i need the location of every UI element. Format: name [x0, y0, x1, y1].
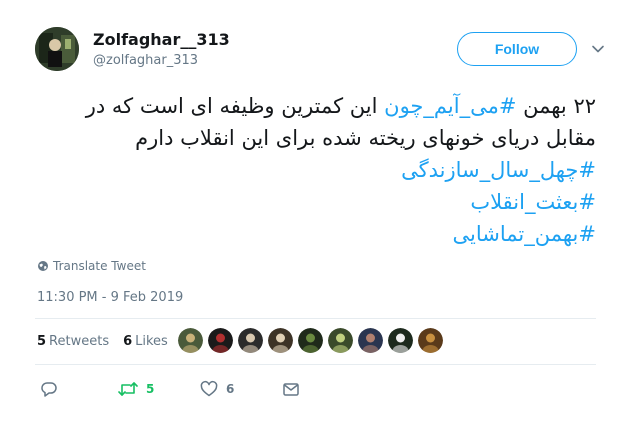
tweet-text-segment: این کمترین وظیفه ای است که در	[85, 94, 385, 118]
divider	[35, 364, 596, 365]
envelope-icon	[283, 383, 299, 396]
liker-avatar[interactable]	[328, 328, 353, 353]
liker-avatar[interactable]	[418, 328, 443, 353]
hashtag-link[interactable]: #می_آیم_چون	[384, 94, 516, 118]
display-name[interactable]: Zolfaghar__313	[93, 30, 230, 49]
liker-avatar[interactable]	[358, 328, 383, 353]
like-count: 6	[226, 382, 235, 396]
follow-button[interactable]: Follow	[457, 32, 577, 66]
like-button[interactable]: 6	[200, 380, 282, 398]
retweet-icon	[118, 382, 138, 396]
retweets-count: 5	[37, 334, 47, 349]
user-handle[interactable]: @zolfaghar_313	[93, 53, 198, 68]
retweet-count: 5	[146, 382, 155, 396]
tweet-text: ۲۲ بهمن #می_آیم_چون این کمترین وظیفه ای …	[36, 90, 596, 250]
tweet-timestamp[interactable]: 11:30 PM - 9 Feb 2019	[37, 290, 183, 305]
heart-icon	[200, 380, 218, 397]
liker-avatar[interactable]	[208, 328, 233, 353]
retweets-stat[interactable]: 5 Retweets	[37, 334, 109, 349]
retweets-label: Retweets	[49, 334, 110, 349]
translate-tweet-label: Translate Tweet	[53, 259, 146, 273]
tweet-line-2: مقابل دریای خونهای ریخته شده برای این ان…	[135, 126, 596, 150]
tweet-text-segment: ۲۲ بهمن	[516, 94, 596, 118]
avatar-image	[35, 27, 79, 71]
tweet-stats: 5 Retweets 6 Likes	[37, 334, 168, 349]
liker-avatar[interactable]	[178, 328, 203, 353]
likes-stat[interactable]: 6 Likes	[123, 334, 168, 349]
liker-avatar[interactable]	[238, 328, 263, 353]
tweet-actions: 5 6	[40, 380, 300, 398]
translate-tweet-link[interactable]: Translate Tweet	[37, 259, 146, 273]
hashtag-link[interactable]: #بعثت_انقلاب	[36, 186, 596, 218]
hashtag-link[interactable]: #بهمن_تماشایی	[36, 218, 596, 250]
avatar[interactable]	[35, 27, 79, 71]
direct-message-button[interactable]	[282, 380, 300, 398]
liker-avatar[interactable]	[298, 328, 323, 353]
liker-avatars	[178, 328, 443, 353]
likes-count: 6	[123, 334, 133, 349]
hashtag-link[interactable]: #چهل_سال_سازندگی	[36, 154, 596, 186]
reply-icon	[41, 382, 57, 397]
divider	[35, 318, 596, 319]
tweet-line-1: ۲۲ بهمن #می_آیم_چون این کمترین وظیفه ای …	[36, 90, 596, 122]
chevron-down-icon[interactable]	[591, 42, 605, 56]
liker-avatar[interactable]	[388, 328, 413, 353]
retweet-button[interactable]: 5	[118, 380, 200, 398]
likes-label: Likes	[135, 334, 168, 349]
globe-icon	[38, 261, 48, 271]
liker-avatar[interactable]	[268, 328, 293, 353]
reply-button[interactable]	[40, 380, 118, 398]
